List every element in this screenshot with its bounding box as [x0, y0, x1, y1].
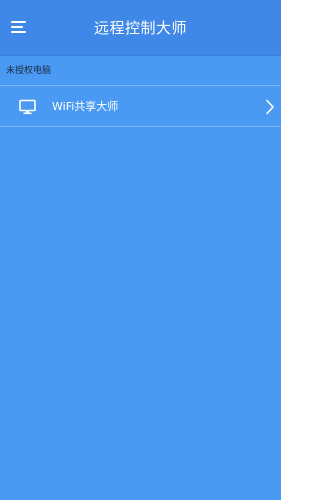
- page-title: 远程控制大师: [93, 19, 187, 37]
- app-screen: 远程控制大师 未授权电脑 WiFi共享大师: [0, 0, 281, 500]
- chevron-right-icon: [265, 99, 275, 115]
- list-item-wifi-share-master[interactable]: WiFi共享大师: [0, 87, 281, 127]
- monitor-icon: [19, 99, 36, 115]
- section-header-unauthorized: 未授权电脑: [0, 56, 281, 86]
- list-item-label: WiFi共享大师: [52, 100, 119, 113]
- app-bar: 远程控制大师: [0, 0, 281, 56]
